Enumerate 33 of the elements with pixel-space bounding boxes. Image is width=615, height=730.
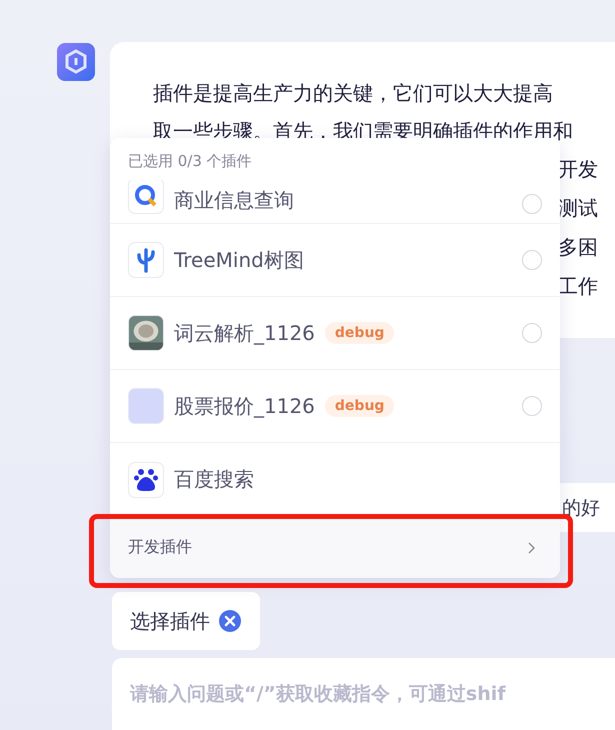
plugin-item[interactable]: TreeMind树图 (110, 224, 560, 297)
debug-tag: debug (324, 395, 394, 417)
debug-tag: debug (324, 322, 394, 344)
develop-plugin-row[interactable]: 开发插件 (110, 516, 560, 578)
radio-button[interactable] (522, 194, 542, 214)
plugin-name: 词云解析_1126 (174, 320, 315, 346)
plugin-name: TreeMind树图 (174, 246, 304, 274)
plugin-name: 商业信息查询 (174, 187, 294, 214)
plugin-item[interactable]: 百度搜索 (110, 443, 560, 516)
input-field[interactable]: 请输入问题或“/”获取收藏指令，可通过shif (112, 658, 615, 730)
chevron-right-icon (526, 542, 536, 554)
message-text: 插件是提高生产力的关键，它们可以大大提高 (153, 80, 554, 107)
plugin-name: 股票报价_1126 (174, 392, 315, 420)
radio-button[interactable] (522, 396, 542, 416)
radio-button[interactable] (522, 250, 542, 270)
popup-header: 已选用 0/3 个插件 (128, 152, 252, 170)
footer-label: 开发插件 (128, 537, 192, 558)
message-text: 测试 (558, 196, 598, 220)
radio-button[interactable] (522, 323, 542, 343)
paw-icon (128, 462, 164, 498)
chip-label: 选择插件 (130, 608, 210, 634)
blank-icon (128, 388, 164, 424)
app-logo (57, 43, 95, 81)
message-text: 的好 (562, 496, 600, 520)
plugin-name: 百度搜索 (174, 466, 254, 493)
plugin-item[interactable]: 股票报价_1126 debug (110, 370, 560, 443)
message-text: 工作 (558, 274, 598, 298)
tree-icon (128, 242, 164, 278)
plugin-item[interactable]: 词云解析_1126 debug (110, 297, 560, 370)
message-text: 开发 (558, 157, 598, 181)
plugin-item[interactable]: 商业信息查询 (110, 180, 560, 224)
close-icon[interactable] (218, 609, 242, 633)
message-text: 多困 (558, 235, 598, 259)
